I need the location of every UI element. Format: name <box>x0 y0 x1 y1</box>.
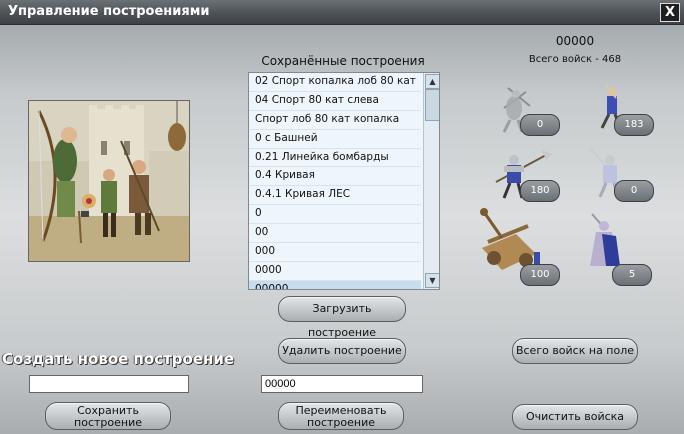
save-formation-button[interactable]: Сохранить построение <box>45 402 171 430</box>
unit-halberdier[interactable]: 180 <box>490 142 570 212</box>
total-troops-label: Всего войск - 468 <box>528 54 622 65</box>
window-title: Управление построениями <box>8 4 210 19</box>
unit-count-badge: 183 <box>614 114 654 136</box>
slinger-icon <box>600 83 622 129</box>
formation-counter: 00000 <box>555 34 595 48</box>
unit-count-badge: 100 <box>520 264 560 286</box>
load-formation-button[interactable]: Загрузить построение <box>278 296 406 339</box>
scroll-thumb[interactable] <box>425 89 439 121</box>
unit-slinger[interactable]: 183 <box>582 78 662 148</box>
list-scrollbar[interactable]: ▲ ▼ <box>423 73 439 289</box>
crossbowman-icon <box>502 87 531 133</box>
scroll-up-icon[interactable]: ▲ <box>425 74 439 89</box>
unit-count-badge: 0 <box>520 114 560 136</box>
delete-formation-button[interactable]: Удалить построение <box>278 338 406 364</box>
list-item[interactable]: 00000 <box>249 280 421 289</box>
unit-crossbowman[interactable]: 0 <box>490 78 570 148</box>
unit-count-badge: 0 <box>614 180 654 202</box>
rename-formation-button[interactable]: Переименовать построение <box>278 402 404 430</box>
scroll-down-icon[interactable]: ▼ <box>425 273 439 288</box>
clear-troops-button[interactable]: Очистить войска <box>512 404 638 430</box>
saved-formations-list[interactable]: 02 Спорт копалка лоб 80 кат 04 Спорт 80 … <box>248 72 440 290</box>
unit-monk[interactable]: 5 <box>582 208 662 286</box>
close-button[interactable]: X <box>660 3 680 22</box>
list-item[interactable]: 0.4.1 Кривая ЛЕС <box>249 186 421 206</box>
saved-formations-title: Сохранённые построения <box>261 54 425 68</box>
unit-catapult[interactable]: 100 <box>476 208 560 286</box>
list-item[interactable]: 00 <box>249 224 421 244</box>
list-item[interactable]: Спорт лоб 80 кат копалка <box>249 111 421 130</box>
rename-button-line2: построение <box>307 416 375 429</box>
list-item[interactable]: 000 <box>249 243 421 262</box>
formation-illustration <box>28 100 190 262</box>
list-item[interactable]: 04 Спорт 80 кат слева <box>249 92 421 111</box>
unit-count-badge: 5 <box>612 264 652 286</box>
list-item[interactable]: 0 <box>249 205 421 225</box>
save-button-line2: построение <box>74 416 142 429</box>
rename-formation-input[interactable] <box>261 375 423 393</box>
unit-count-badge: 180 <box>520 180 560 202</box>
total-on-field-button[interactable]: Всего войск на поле <box>512 338 638 364</box>
list-item[interactable]: 0 с Башней <box>249 130 421 149</box>
new-formation-name-input[interactable] <box>29 375 189 393</box>
list-item[interactable]: 0000 <box>249 262 421 281</box>
list-item[interactable]: 0.4 Кривая <box>249 167 421 187</box>
list-item[interactable]: 02 Спорт копалка лоб 80 кат <box>249 73 421 92</box>
list-item[interactable]: 0.21 Линейка бомбарды <box>249 149 421 168</box>
unit-swordsman[interactable]: 0 <box>582 142 662 212</box>
create-formation-label: Создать новое построение <box>2 350 235 368</box>
